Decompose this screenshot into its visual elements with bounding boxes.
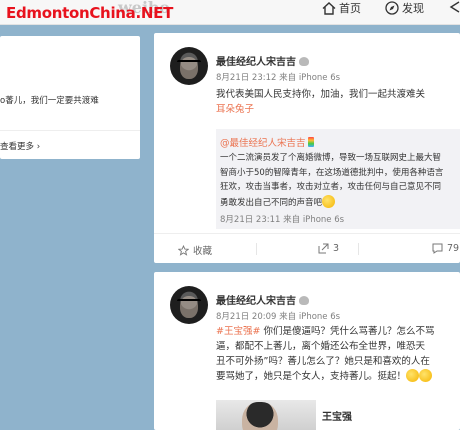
post-text-rest: 你们是傻逼吗？凭什么骂萫儿？怎么不骂 [260,326,435,337]
feed-post: 最佳经纪人宋吉吉 8月21日 23:12 来自 iPhone 6s 我代表美国人… [154,33,460,263]
smiley-emoji-icon [322,194,336,208]
smiley-emoji-icon [406,369,420,382]
post-text-line: #王宝强# 你们是傻逼吗？凭什么骂萫儿？怎么不骂 [216,324,460,339]
nav-discover[interactable]: 发现 [385,0,424,16]
post-text-line-last: 要骂她了，她只是个女人，支持萫儿。挺起！ [216,369,460,384]
post-author-name[interactable]: 最佳经纪人宋吉吉 [216,296,296,307]
nav-game[interactable] [449,0,460,14]
topic-hashtag-link[interactable]: #王宝强# [216,326,260,337]
watermark-tianya: 天涯社区@ [383,408,449,423]
repost-author-name[interactable]: @最佳经纪人宋吉吉 [220,138,306,149]
post-author-name[interactable]: 最佳经纪人宋吉吉 [216,57,296,68]
post-text-line: 丑不可外扬”吗？萫儿怎么了？她只是和喜欢的人在 [216,356,430,367]
post-image-thumbnail[interactable] [216,400,316,430]
vip-icon [299,57,309,66]
repost-meta[interactable]: 8月21日 23:11 来自 iPhone 6s [220,213,344,225]
repost-line-text: 勇敢发出自己不同的声音吧 [220,197,323,208]
post-action-bar: 收藏 3 79 [154,233,460,263]
post-author[interactable]: 最佳经纪人宋吉吉 [216,292,309,307]
post-meta[interactable]: 8月21日 23:12 来自 iPhone 6s [216,71,340,83]
repost-icon [318,243,329,254]
nav-home-label: 首页 [339,2,361,15]
post-text-line: 我代表美国人民支持你，加油，我们一起共渡难关 [216,89,426,100]
rainbow-icon [307,137,314,147]
repost-line: 智商小于50的智障青年，在这场道德批判中，使用各种语言 [220,167,444,178]
favorite-button[interactable]: 收藏 [178,243,212,257]
top-nav-bar: weibo EdmontonChina.NET 首页 发现 [0,0,460,25]
thumbnail-caption: 王宝强 [322,412,352,423]
home-icon [322,1,336,15]
repost-count: 3 [333,243,340,254]
post-text: 我代表美国人民支持你，加油，我们一起共渡难关 耳朵兔子 [216,87,460,117]
repost-text: 一个二流演员发了个离婚微博，导致一场互联网史上最大智 智商小于50的智障青年，在… [220,151,460,210]
divider [358,243,359,255]
divider [256,243,257,255]
post-text-line: 逼，都配不上萫儿，离个婚还公布全世界，唯恐天 [216,341,426,352]
game-icon [449,1,460,13]
compass-icon [385,1,399,15]
repost-line: 一个二流演员发了个离婚微博，导致一场互联网史上最大智 [220,153,442,163]
nav-discover-label: 发现 [402,2,424,15]
repost-line-last: 勇敢发出自己不同的声音吧 [220,194,460,211]
comment-count: 79 [447,243,460,254]
left-sidebar-card: o萫儿，我们一定要共渡难 查看更多 › [0,36,140,159]
star-icon [178,244,189,256]
avatar[interactable] [170,286,208,324]
avatar[interactable] [170,47,208,85]
smiley-emoji-icon [419,369,433,382]
favorite-label: 收藏 [193,246,213,257]
watermark-edmontonchina: EdmontonChina.NET [6,4,174,22]
view-more-link[interactable]: 查看更多 › [0,140,40,152]
left-card-text: o萫儿，我们一定要共渡难 [0,96,99,106]
post-text-last: 要骂她了，她只是个女人，支持萫儿。挺起！ [216,371,407,382]
repost-button[interactable]: 3 [318,243,339,254]
repost-author[interactable]: @最佳经纪人宋吉吉 [220,135,314,149]
comment-icon [432,243,443,254]
mention-link[interactable]: 耳朵兔子 [216,102,460,117]
repost-line: 狂欢，攻击当事者，攻击对立者，攻击任何与自己意见不同 [220,182,442,192]
comment-button[interactable]: 79 [432,243,459,254]
vip-icon [299,296,309,305]
post-text: #王宝强# 你们是傻逼吗？凭什么骂萫儿？怎么不骂 逼，都配不上萫儿，离个婚还公布… [216,324,460,384]
reposted-content[interactable]: @最佳经纪人宋吉吉 一个二流演员发了个离婚微博，导致一场互联网史上最大智 智商小… [216,129,460,229]
divider [0,130,140,131]
nav-home[interactable]: 首页 [322,0,361,16]
post-author[interactable]: 最佳经纪人宋吉吉 [216,53,309,68]
post-meta[interactable]: 8月21日 20:09 来自 iPhone 6s [216,310,340,322]
